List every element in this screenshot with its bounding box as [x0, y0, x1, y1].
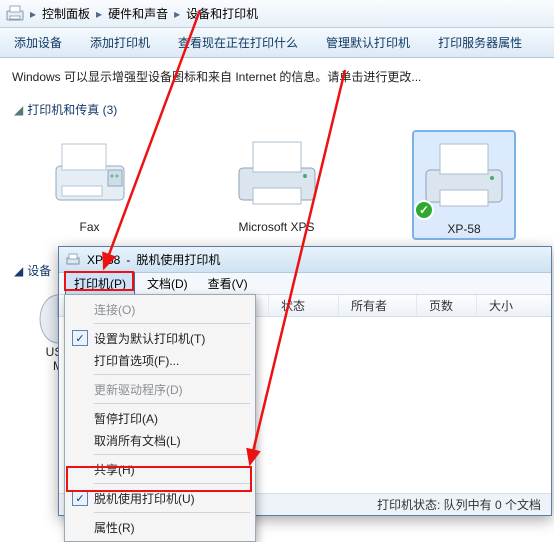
menu-prefs[interactable]: 打印首选项(F)...: [68, 349, 252, 371]
separator: [94, 483, 250, 484]
chevron-right-icon: ▸: [94, 7, 104, 21]
menu-pause[interactable]: 暂停打印(A): [68, 407, 252, 429]
chevron-right-icon: ▸: [172, 7, 182, 21]
col-pages[interactable]: 页数: [417, 295, 477, 316]
menu-share[interactable]: 共享(H): [68, 458, 252, 480]
default-check-badge: ✓: [414, 200, 434, 220]
menu-set-default[interactable]: ✓ 设置为默认打印机(T): [68, 327, 252, 349]
separator: [94, 323, 250, 324]
menu-view[interactable]: 查看(V): [200, 273, 256, 294]
window-titlebar[interactable]: XP-58 - 脱机使用打印机: [59, 247, 551, 273]
check-icon: ✓: [72, 490, 88, 506]
window-title-app: XP-58: [87, 253, 120, 267]
separator: [94, 403, 250, 404]
device-msxps[interactable]: Microsoft XPS: [227, 132, 326, 238]
menu-printer[interactable]: 打印机(P): [65, 272, 135, 295]
separator: [94, 374, 250, 375]
breadcrumb: ▸ 控制面板 ▸ 硬件和声音 ▸ 设备和打印机: [0, 0, 554, 28]
menu-update-driver: 更新驱动程序(D): [68, 378, 252, 400]
add-printer-button[interactable]: 添加打印机: [76, 29, 164, 57]
info-strip[interactable]: Windows 可以显示增强型设备图标和来自 Internet 的信息。请单击进…: [0, 58, 554, 95]
breadcrumb-leaf[interactable]: 设备和打印机: [182, 3, 262, 25]
device-xp58[interactable]: ✓ XP-58: [414, 132, 514, 238]
col-status[interactable]: 状态: [269, 295, 339, 316]
server-props-button[interactable]: 打印服务器属性: [424, 29, 536, 57]
see-printing-button[interactable]: 查看现在正在打印什么: [164, 29, 312, 57]
device-label: Fax: [40, 220, 139, 234]
separator: [94, 454, 250, 455]
devices-icon: [4, 3, 28, 25]
device-fax[interactable]: Fax: [40, 132, 139, 238]
check-icon: ✓: [72, 330, 88, 346]
section-title: 打印机和传真 (3): [27, 101, 117, 118]
add-device-button[interactable]: 添加设备: [0, 29, 76, 57]
device-grid: Fax Microsoft XPS ✓ XP-58: [0, 126, 554, 256]
collapse-icon: ◢: [14, 103, 23, 117]
printer-icon: [229, 132, 325, 216]
col-size[interactable]: 大小: [477, 295, 551, 316]
menu-use-offline[interactable]: ✓ 脱机使用打印机(U): [68, 487, 252, 509]
section-title: 设备: [27, 262, 51, 279]
printer-icon: ✓: [416, 134, 512, 218]
manage-default-button[interactable]: 管理默认打印机: [312, 29, 424, 57]
chevron-right-icon: ▸: [28, 7, 38, 21]
menu-document[interactable]: 文档(D): [139, 273, 196, 294]
fax-icon: [42, 132, 138, 216]
printer-small-icon: [65, 252, 81, 268]
window-title-state: 脱机使用打印机: [136, 251, 220, 268]
menubar: 打印机(P) 文档(D) 查看(V): [59, 273, 551, 295]
breadcrumb-root[interactable]: 控制面板: [38, 3, 94, 25]
collapse-icon: ◢: [14, 264, 23, 278]
menu-cancel-all[interactable]: 取消所有文档(L): [68, 429, 252, 451]
separator: [94, 512, 250, 513]
status-text: 打印机状态: 队列中有 0 个文档: [377, 496, 541, 513]
printer-menu-dropdown: 连接(O) ✓ 设置为默认打印机(T) 打印首选项(F)... 更新驱动程序(D…: [64, 294, 256, 542]
breadcrumb-mid[interactable]: 硬件和声音: [104, 3, 172, 25]
col-owner[interactable]: 所有者: [339, 295, 417, 316]
menu-connect: 连接(O): [68, 298, 252, 320]
device-label: Microsoft XPS: [227, 220, 326, 234]
section-header-printers[interactable]: ◢ 打印机和传真 (3): [0, 95, 554, 126]
toolbar: 添加设备 添加打印机 查看现在正在打印什么 管理默认打印机 打印服务器属性: [0, 28, 554, 58]
device-label: XP-58: [416, 222, 512, 236]
menu-properties[interactable]: 属性(R): [68, 516, 252, 538]
